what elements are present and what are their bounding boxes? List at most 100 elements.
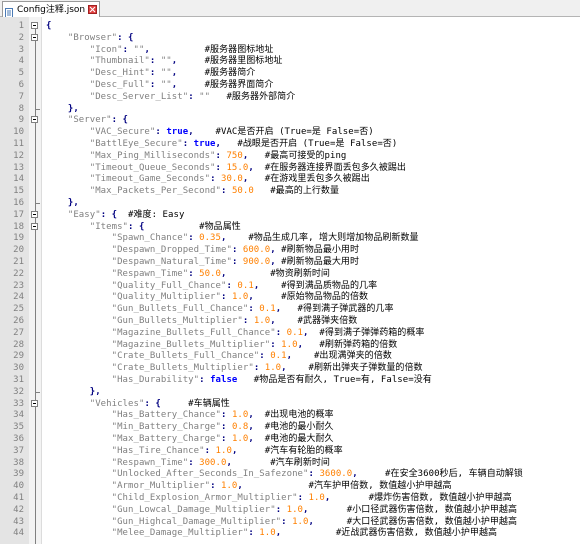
code-token: :	[188, 268, 200, 279]
code-line[interactable]: 27 "Magazine_Bullets_Full_Chance": 0.1, …	[0, 327, 580, 339]
code-line[interactable]: 31 "Has_Durability": false #物品是否有耐久, Tru…	[0, 374, 580, 386]
code-line[interactable]: 7 "Desc_Server_List": "" #服务器外部简介	[0, 91, 580, 103]
code-token: "BattlEye_Secure"	[46, 139, 183, 149]
code-text: "Desc_Full": "", #服务器界面简介	[46, 79, 274, 91]
code-line[interactable]: 28 "Magazine_Bullets_Multiplier": 1.0, #…	[0, 339, 580, 351]
code-line[interactable]: 9 "Server": {	[0, 114, 580, 126]
code-line[interactable]: 2 "Browser": {	[0, 32, 580, 44]
code-text: "Unlocked_After_Seconds_In_Safezone": 36…	[46, 468, 523, 480]
code-line[interactable]: 36 "Max_Battery_Charge": 1.0, #电池的最大耐久	[0, 433, 580, 445]
code-token: 15.0	[226, 162, 249, 173]
code-line[interactable]: 3 "Icon": "", #服务器图标地址	[0, 44, 580, 56]
code-token: 900.0	[242, 257, 271, 267]
code-token: :	[122, 44, 134, 55]
code-text: "Min_Battery_Charge": 0.8, #电池的最小耐久	[46, 421, 334, 433]
code-line[interactable]: 19 "Spawn_Chance": 0.35, #物品生成几率, 增大则增加物…	[0, 232, 580, 244]
code-token: :	[215, 162, 227, 173]
code-line[interactable]: 4 "Thumbnail": "", #服务器里图标地址	[0, 55, 580, 67]
code-line[interactable]: 37 "Has_Tire_Chance": 1.0, #汽车有轮胎的概率	[0, 445, 580, 457]
code-line[interactable]: 30 "Crate_Bullets_Multiplier": 1.0, #刷新出…	[0, 362, 580, 374]
code-line[interactable]: 32 },	[0, 385, 580, 398]
code-token: 300.0	[199, 457, 227, 468]
code-token: "Max_Ping_Milliseconds"	[46, 150, 216, 161]
code-token: #原始物品物品的倍数	[253, 292, 369, 303]
code-token: "Max_Packets_Per_Second"	[46, 186, 221, 197]
code-line[interactable]: 12 "Max_Ping_Milliseconds": 750, #最高可接受的…	[0, 150, 580, 162]
code-token: "Icon"	[46, 44, 123, 55]
code-line[interactable]: 35 "Min_Battery_Charge": 0.8, #电池的最小耐久	[0, 421, 580, 433]
code-text: "Desc_Hint": "", #服务器简介	[46, 67, 256, 79]
code-text: "Icon": "", #服务器图标地址	[46, 44, 274, 56]
line-number: 38	[13, 457, 24, 468]
code-line[interactable]: 25 "Gun_Bullets_Full_Chance": 0.1, #得到满子…	[0, 303, 580, 315]
code-line[interactable]: 29 "Crate_Bullets_Full_Chance": 0.1, #出现…	[0, 350, 580, 362]
fold-toggle-icon[interactable]	[31, 22, 38, 29]
code-token: 50.0	[231, 186, 254, 197]
line-number: 2	[18, 32, 24, 43]
code-editor[interactable]: 1{2 "Browser": {3 "Icon": "", #服务器图标地址 4 …	[0, 17, 580, 544]
code-token: #爆炸伤害倍数, 数值越小护甲越高	[330, 493, 512, 503]
code-token: :	[155, 127, 167, 138]
code-line[interactable]: 38 "Respawn_Time": 300.0, #汽车刷新时间	[0, 457, 580, 469]
fold-toggle-icon[interactable]	[31, 33, 38, 41]
line-number: 43	[13, 516, 24, 527]
line-number: 30	[13, 363, 24, 374]
code-line[interactable]: 39 "Unlocked_After_Seconds_In_Safezone":…	[0, 468, 580, 480]
code-line[interactable]: 13 "Timeout_Queue_Seconds": 15.0, #在服务器连…	[0, 162, 580, 174]
code-token: #在服务器连接界面丢包多久被踢出	[253, 162, 406, 173]
code-line[interactable]: 5 "Desc_Hint": "", #服务器简介	[0, 67, 580, 79]
code-line[interactable]: 24 "Quality_Multiplier": 1.0, #原始物品物品的倍数	[0, 291, 580, 303]
close-icon[interactable]	[88, 5, 98, 14]
code-text: {	[46, 20, 51, 32]
line-number: 22	[13, 268, 24, 279]
code-line[interactable]: 15 "Max_Packets_Per_Second": 50.0 #最高的上行…	[0, 185, 580, 197]
code-text: "Timeout_Game_Seconds": 30.0, #在游戏里丢包多久被…	[46, 173, 370, 185]
code-line[interactable]: 42 "Gun_Lowcal_Damage_Multiplier": 1.0, …	[0, 504, 580, 516]
code-line[interactable]: 17 "Easy": { #难度: Easy	[0, 209, 580, 221]
code-text: "Timeout_Queue_Seconds": 15.0, #在服务器连接界面…	[46, 162, 406, 174]
line-number: 15	[13, 186, 24, 197]
code-token: #电池的最大耐久	[253, 434, 334, 444]
code-line[interactable]: 34 "Has_Battery_Chance": 1.0, #出现电池的概率	[0, 409, 580, 421]
code-line[interactable]: 23 "Quality_Full_Chance": 0.1, #得到满品质物品的…	[0, 280, 580, 292]
fold-toggle-icon[interactable]	[31, 399, 38, 407]
code-line[interactable]: 21 "Despawn_Natural_Time": 900.0, #刷新物品最…	[0, 256, 580, 268]
fold-toggle-icon[interactable]	[31, 116, 38, 124]
fold-toggle-icon[interactable]	[31, 210, 38, 218]
code-line[interactable]: 22 "Respawn_Time": 50.0, #物资刷新时间	[0, 268, 580, 280]
code-token: :	[221, 422, 232, 433]
code-line[interactable]: 43 "Gun_Highcal_Damage_Multiplier": 1.0,…	[0, 516, 580, 528]
code-line[interactable]: 11 "BattlEye_Secure": true, #战眼是否开启 (Tru…	[0, 138, 580, 150]
code-line[interactable]: 14 "Timeout_Game_Seconds": 30.0, #在游戏里丢包…	[0, 173, 580, 185]
code-token: "Has_Battery_Chance"	[46, 410, 221, 421]
code-text: "Quality_Multiplier": 1.0, #原始物品物品的倍数	[46, 291, 368, 303]
code-token: },	[46, 103, 79, 114]
fold-toggle-icon[interactable]	[31, 222, 38, 230]
code-token: "Crate_Bullets_Multiplier"	[46, 363, 254, 374]
code-line[interactable]: 33 "Vehicles": { #车辆属性	[0, 398, 580, 410]
code-text: "Desc_Server_List": "" #服务器外部简介	[46, 91, 296, 103]
code-line[interactable]: 44 "Melee_Damage_Multiplier": 1.0, #近战武器…	[0, 527, 580, 539]
code-line[interactable]: 16 },	[0, 197, 580, 209]
code-token: 50.0	[199, 268, 221, 279]
code-token: :	[221, 434, 232, 444]
code-token: 1.0	[231, 434, 249, 444]
line-number: 27	[13, 327, 24, 338]
code-token: : {	[144, 398, 161, 409]
code-token: true	[193, 139, 216, 149]
code-line[interactable]: 18 "Items": { #物品属性	[0, 221, 580, 233]
line-number: 8	[18, 103, 24, 114]
code-line[interactable]: 6 "Desc_Full": "", #服务器界面简介	[0, 79, 580, 91]
code-line[interactable]: 8 },	[0, 102, 580, 115]
code-line[interactable]: 1{	[0, 20, 580, 32]
code-line[interactable]: 41 "Child_Explosion_Armor_Multiplier": 1…	[0, 492, 580, 504]
line-number: 18	[13, 221, 24, 232]
code-line[interactable]: 26 "Gun_Bullets_Multiplier": 1.0, #武器弹夹倍…	[0, 315, 580, 327]
code-token: #得到满子弹弹药箱的概率	[308, 327, 425, 338]
code-token: "Despawn_Natural_Time"	[46, 257, 232, 267]
code-line[interactable]: 20 "Despawn_Dropped_Time": 600.0, #刷新物品最…	[0, 244, 580, 256]
tab-config-json[interactable]: Config注释.json	[2, 1, 100, 19]
code-line[interactable]: 40 "Armor_Multiplier": 1.0, #汽车护甲倍数, 数值越…	[0, 480, 580, 492]
code-line[interactable]: 10 "VAC_Secure": true, #VAC是否开启 (True=是 …	[0, 126, 580, 138]
code-token: 1.0	[264, 363, 282, 374]
